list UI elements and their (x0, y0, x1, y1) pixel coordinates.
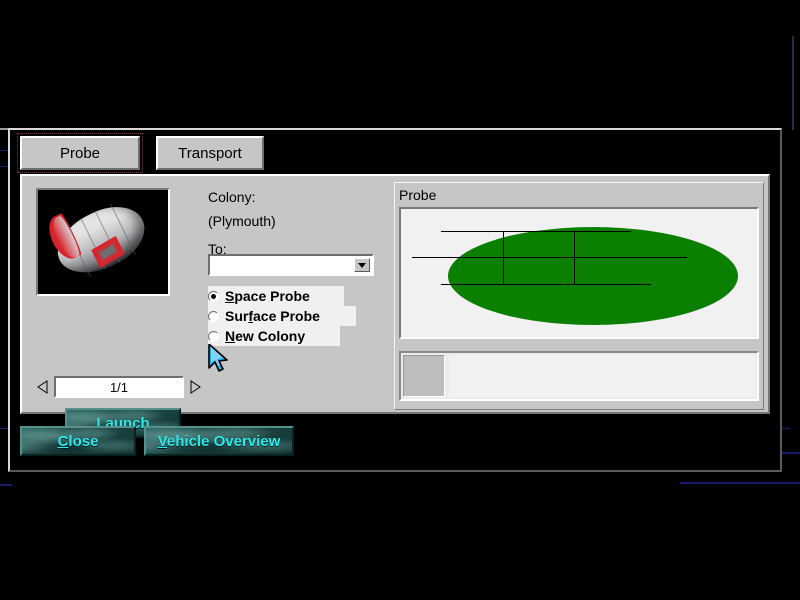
schematic-leader-line (441, 231, 631, 232)
background-line (0, 484, 12, 486)
background-edge-line (792, 36, 794, 130)
status-strip-text (449, 355, 755, 397)
schematic-divider-line (503, 231, 504, 285)
vehicle-overview-button[interactable]: Vehicle Overview (144, 426, 294, 456)
probe-render-image (38, 190, 168, 294)
radio-space-probe[interactable]: Space Probe (208, 286, 344, 306)
tab-transport[interactable]: Transport (156, 136, 264, 170)
dialog-window: Probe Transport (8, 128, 782, 472)
background-line (0, 166, 8, 167)
radio-indicator (208, 311, 219, 322)
tab-probe[interactable]: Probe (20, 136, 140, 170)
radio-surface-probe[interactable]: Surface Probe (208, 306, 356, 326)
radio-space-probe-label: Space Probe (225, 288, 310, 304)
close-button[interactable]: Close (20, 426, 136, 456)
background-line (680, 482, 800, 484)
triangle-left-icon[interactable] (36, 377, 50, 397)
main-panel: 1/1 Launch Colony: (Plymouth) To: (20, 174, 770, 414)
mission-form: Colony: (Plymouth) To: Space Probe Surfa… (208, 188, 384, 258)
schematic-divider-line (574, 231, 575, 285)
radio-indicator (208, 291, 219, 302)
tab-probe-label: Probe (60, 145, 100, 162)
probe-groupbox-title: Probe (399, 187, 436, 203)
colony-value: (Plymouth) (208, 212, 384, 230)
vehicle-thumbnail (36, 188, 170, 296)
background-line (0, 150, 8, 151)
blank-icon[interactable] (403, 355, 445, 397)
colony-label: Colony: (208, 188, 384, 206)
chevron-down-icon[interactable] (354, 258, 370, 272)
triangle-right-icon[interactable] (188, 377, 202, 397)
page-spinner: 1/1 (36, 376, 202, 398)
radio-new-colony-label: New Colony (225, 328, 305, 344)
destination-combobox[interactable] (208, 254, 374, 276)
radio-surface-probe-label: Surface Probe (225, 308, 320, 324)
radio-indicator (208, 331, 219, 342)
page-indicator[interactable]: 1/1 (54, 376, 184, 398)
background-edge-line (0, 128, 8, 130)
close-button-label: Close (58, 433, 99, 450)
vehicle-overview-button-label: Vehicle Overview (158, 433, 281, 450)
radio-new-colony[interactable]: New Colony (208, 326, 340, 346)
probe-groupbox: Probe (394, 182, 764, 410)
schematic-ellipse (448, 227, 738, 325)
schematic-canvas (399, 207, 759, 339)
schematic-leader-line (412, 257, 687, 258)
page-indicator-value: 1/1 (110, 380, 128, 395)
tab-transport-label: Transport (178, 145, 242, 162)
screen: Probe Transport (0, 0, 800, 600)
schematic-leader-line (441, 284, 651, 285)
status-strip (399, 351, 759, 401)
